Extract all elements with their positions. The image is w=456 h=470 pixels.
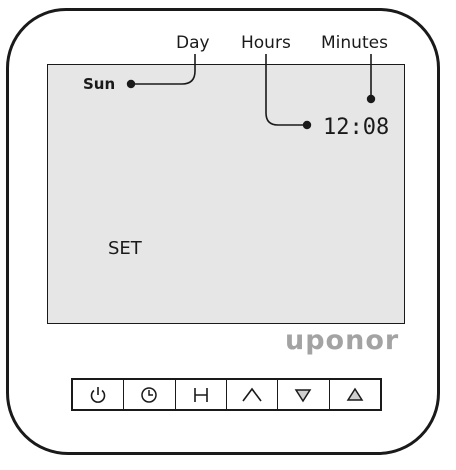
hours-leader-dot (302, 120, 312, 130)
h-button[interactable] (175, 380, 227, 409)
h-icon (194, 387, 208, 402)
day-leader (131, 54, 196, 85)
power-icon (90, 386, 106, 403)
power-button[interactable] (73, 380, 125, 409)
chevron-up-icon (242, 387, 262, 401)
hours-leader (265, 54, 307, 126)
triangle-up-icon (346, 387, 364, 401)
up-button[interactable] (329, 380, 380, 409)
down-button[interactable] (278, 380, 330, 409)
up-outline-button[interactable] (226, 380, 279, 409)
day-leader-dot (126, 79, 136, 89)
minutes-leader-dot (366, 94, 376, 104)
clock-button[interactable] (124, 380, 176, 409)
triangle-down-icon (295, 388, 312, 402)
button-panel (71, 378, 382, 411)
brand-logo: uponor (285, 325, 400, 356)
clock-icon (141, 386, 158, 403)
